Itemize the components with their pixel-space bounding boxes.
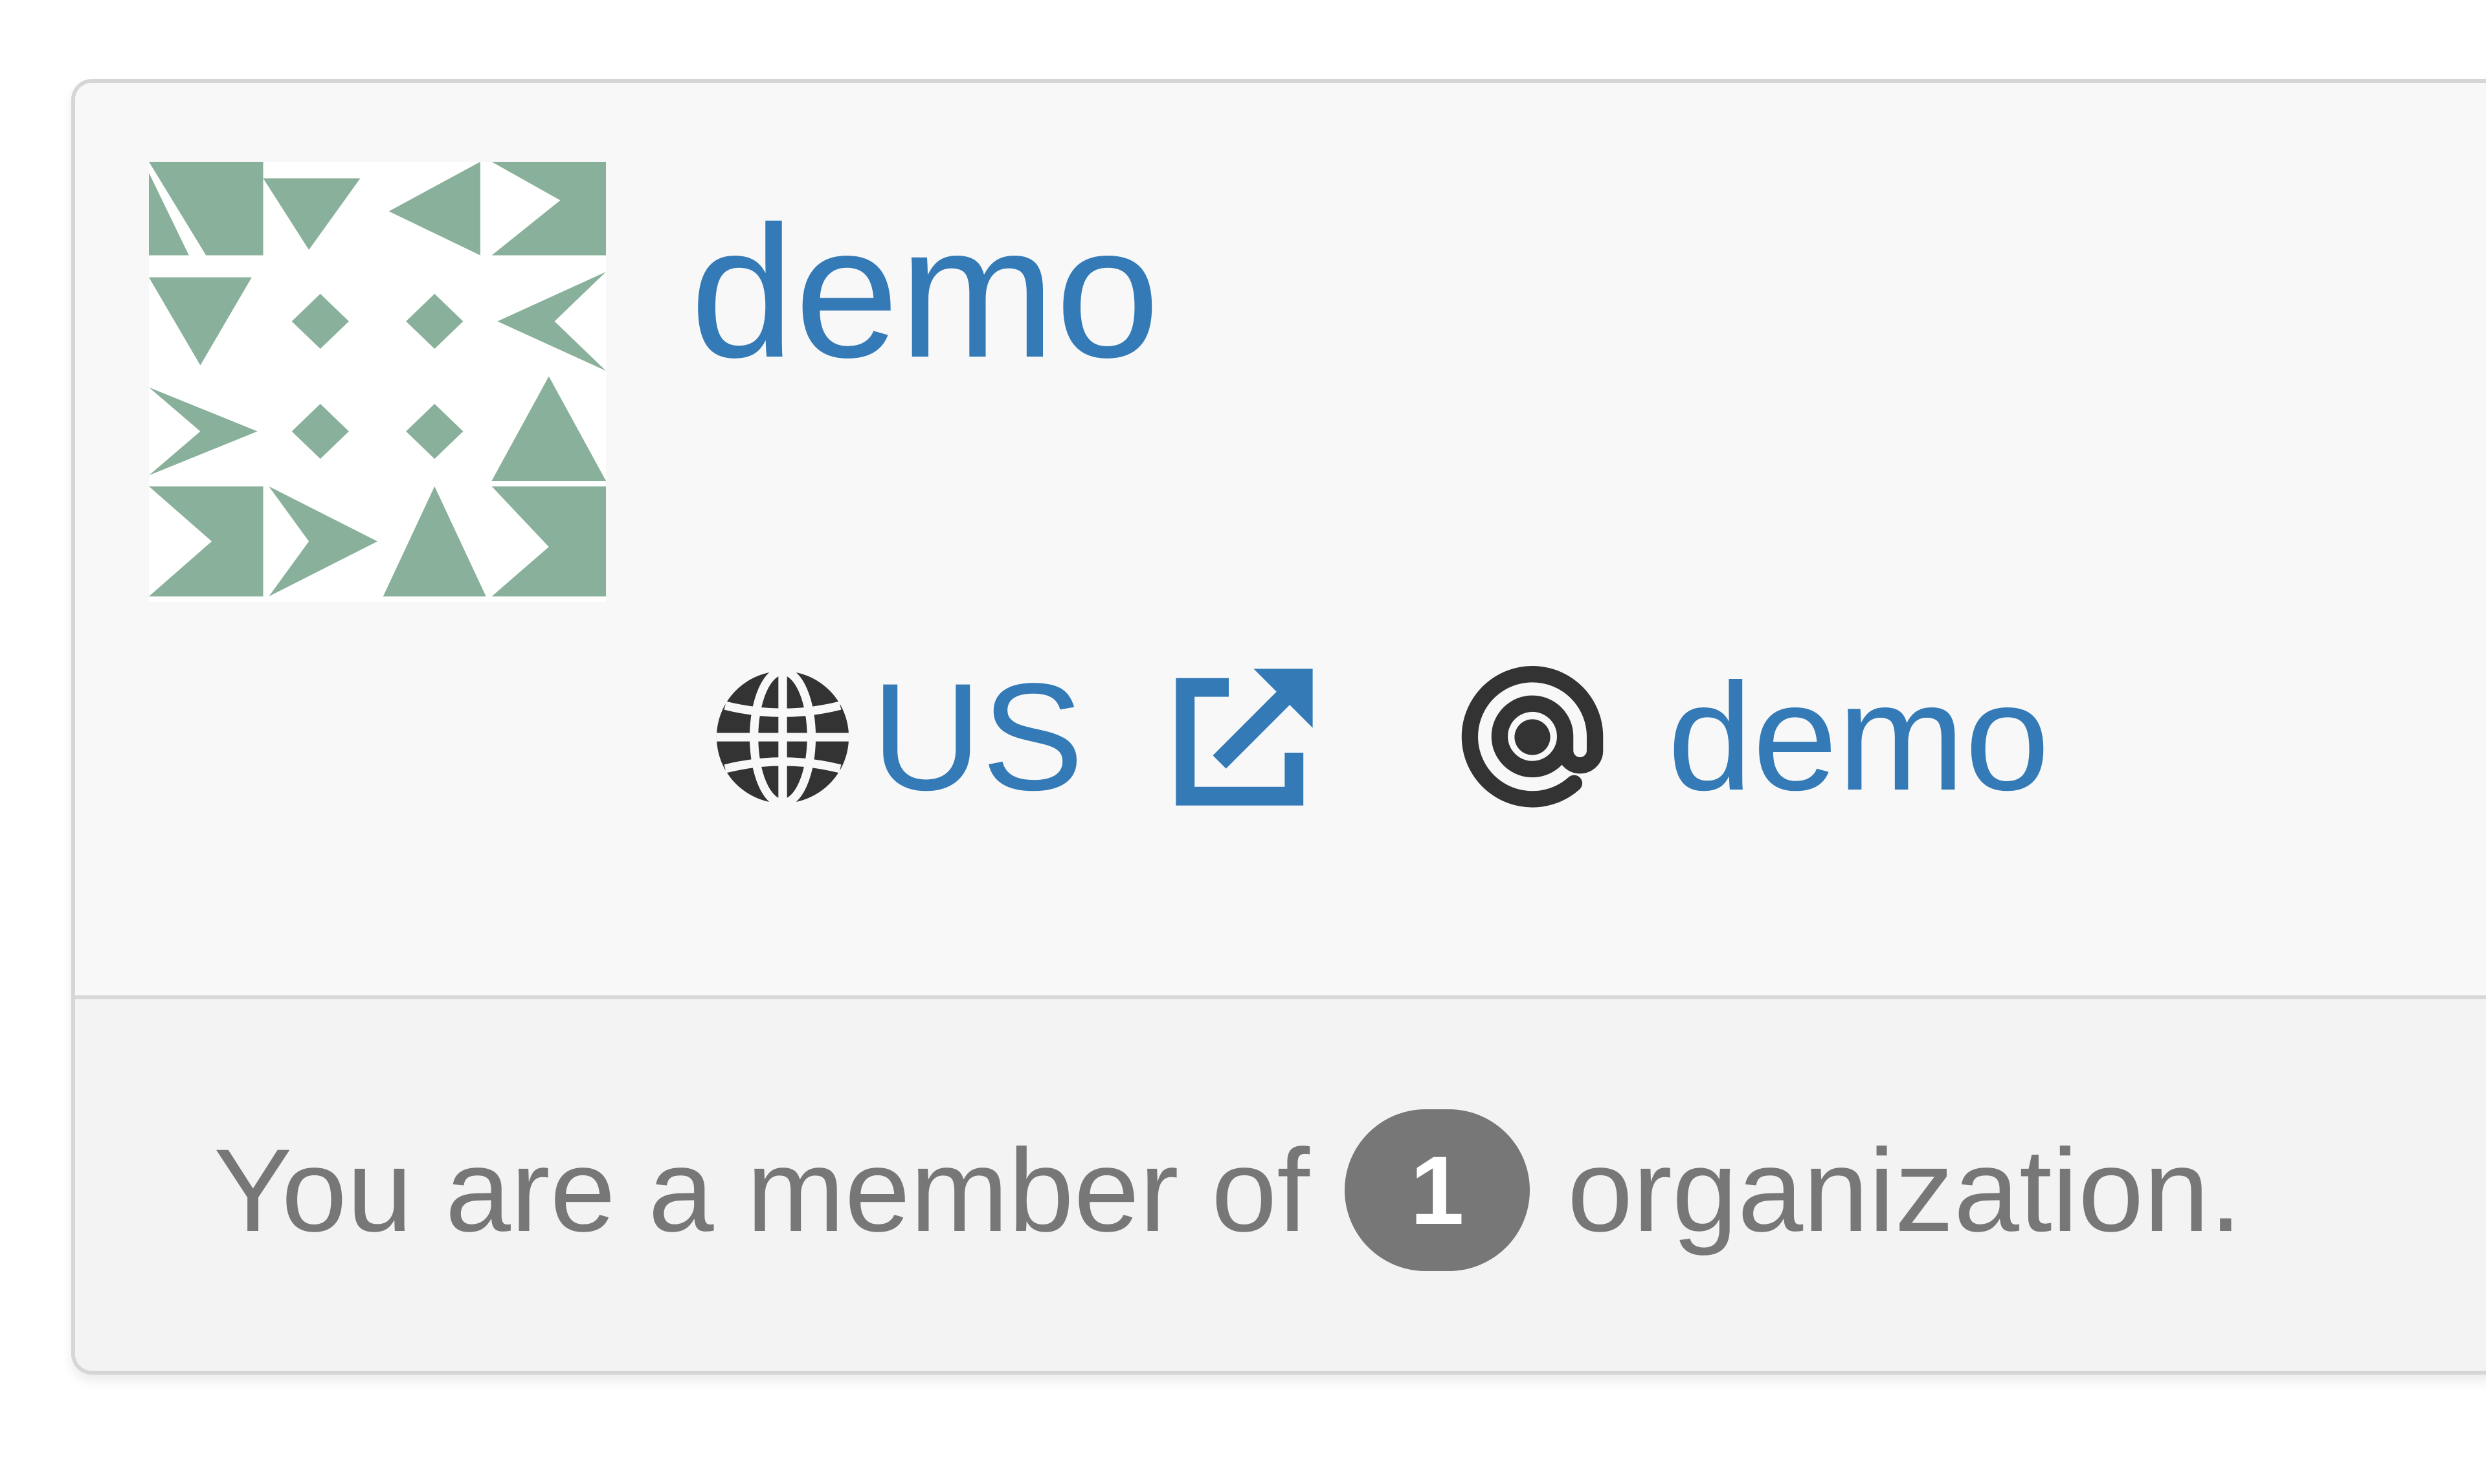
country-link[interactable]: US bbox=[871, 661, 1084, 814]
identicon-icon bbox=[149, 162, 606, 597]
profile-footer: You are a member of 1 organization. bbox=[75, 995, 2486, 1371]
membership-suffix: organization. bbox=[1567, 1124, 2243, 1256]
external-link-icon[interactable] bbox=[1167, 659, 1322, 815]
membership-text: You are a member of 1 organization. bbox=[214, 1109, 2242, 1271]
at-icon bbox=[1458, 663, 1607, 812]
membership-prefix: You are a member of bbox=[214, 1124, 1310, 1256]
profile-meta: US demo bbox=[711, 656, 2050, 818]
profile-card: demo US demo You are a member of 1 organ… bbox=[71, 79, 2486, 1375]
profile-name-link[interactable]: demo bbox=[690, 198, 1159, 386]
profile-header: demo US demo bbox=[75, 83, 2486, 995]
handle-link[interactable]: demo bbox=[1668, 661, 2050, 814]
avatar bbox=[149, 162, 606, 602]
globe-icon bbox=[711, 665, 855, 809]
organization-count-badge: 1 bbox=[1344, 1109, 1530, 1271]
